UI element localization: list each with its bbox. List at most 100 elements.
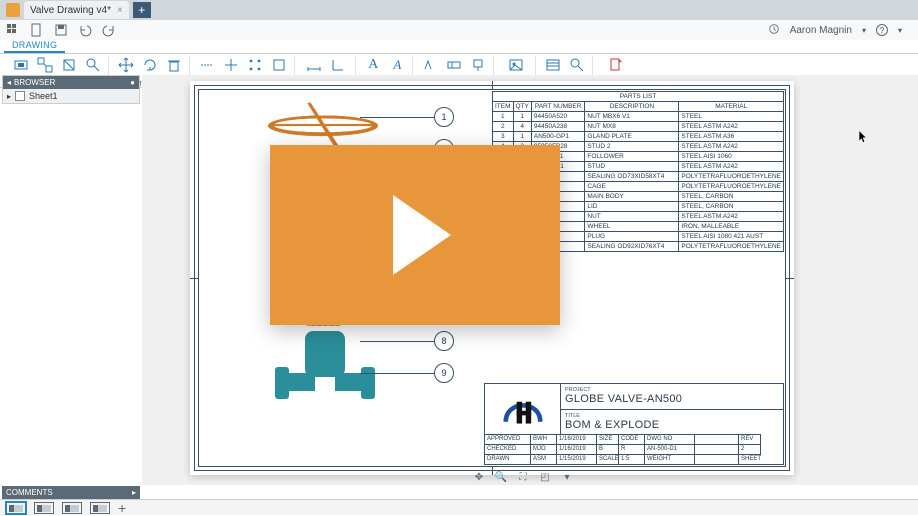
comments-expand-icon[interactable]: ▸ bbox=[132, 488, 136, 497]
project-value: GLOBE VALVE-AN500 bbox=[565, 393, 779, 405]
base-view-icon[interactable] bbox=[12, 56, 30, 74]
title-block[interactable]: PROJECT GLOBE VALVE-AN500 TITLE BOM & EX… bbox=[484, 383, 784, 465]
pan-icon[interactable]: ✥ bbox=[472, 472, 486, 483]
sheet-thumb-1[interactable] bbox=[6, 502, 26, 514]
zoom-icon[interactable]: 🔍 bbox=[494, 472, 508, 483]
browser-pin-icon[interactable]: ● bbox=[130, 78, 135, 87]
help-menu-chevron-icon[interactable]: ▾ bbox=[898, 26, 902, 35]
table-row[interactable]: 1194450A520NUT MBX6 V1STEEL bbox=[493, 112, 784, 122]
center-pattern-icon[interactable] bbox=[246, 56, 264, 74]
parts-list-title: PARTS LIST bbox=[493, 92, 784, 102]
sheet-thumb-4[interactable] bbox=[90, 502, 110, 514]
table-cell: STEEL ASTM A36 bbox=[679, 132, 784, 142]
text-icon[interactable]: A bbox=[364, 56, 382, 74]
help-icon[interactable]: ? bbox=[876, 24, 888, 36]
table-cell: 2 bbox=[493, 122, 514, 132]
table-cell: STUD 2 bbox=[585, 142, 679, 152]
table-row[interactable]: 2494450A238NUT MX8STEEL ASTM A242 bbox=[493, 122, 784, 132]
sheet-thumb-3[interactable] bbox=[62, 502, 82, 514]
nav-settings-chevron-icon[interactable]: ▾ bbox=[560, 472, 574, 483]
edge-icon[interactable] bbox=[270, 56, 288, 74]
comments-panel-header[interactable]: COMMENTS ▸ bbox=[2, 486, 140, 499]
detail-view-icon[interactable] bbox=[84, 56, 102, 74]
titleblock-cell bbox=[695, 444, 739, 454]
add-sheet-button[interactable]: + bbox=[118, 500, 126, 516]
table-cell: 3 bbox=[493, 132, 514, 142]
datum-icon[interactable] bbox=[469, 56, 487, 74]
table-cell: WHEEL bbox=[585, 222, 679, 232]
table-cell: SEALING OD73XID58XT4 bbox=[585, 172, 679, 182]
fit-icon[interactable]: ⛶ bbox=[516, 472, 530, 483]
titleblock-cell: ASM bbox=[531, 454, 557, 464]
insert-image-icon[interactable] bbox=[507, 56, 525, 74]
table-cell: SEALING OD92XID76XT4 bbox=[585, 242, 679, 252]
output-pdf-icon[interactable] bbox=[607, 56, 625, 74]
balloon-8[interactable]: 8 bbox=[434, 331, 454, 351]
leader-8 bbox=[360, 341, 434, 342]
surface-texture-icon[interactable] bbox=[421, 56, 439, 74]
browser-item-label: Sheet1 bbox=[29, 91, 58, 101]
table-cell: 94450A238 bbox=[531, 122, 584, 132]
titleblock-cell bbox=[695, 454, 739, 464]
zoom-window-icon[interactable]: ◰ bbox=[538, 472, 552, 483]
col-mat: MATERIAL bbox=[679, 102, 784, 112]
browser-collapse-icon[interactable]: ◂ bbox=[7, 78, 11, 87]
centerline-icon[interactable] bbox=[198, 56, 216, 74]
file-menu-icon[interactable] bbox=[30, 23, 44, 37]
document-tab-title: Valve Drawing v4* bbox=[30, 5, 111, 16]
close-icon[interactable]: × bbox=[117, 5, 123, 16]
leader-text-icon[interactable]: A bbox=[388, 56, 406, 74]
ordinate-icon[interactable] bbox=[329, 56, 347, 74]
col-desc: DESCRIPTION bbox=[585, 102, 679, 112]
balloon-1[interactable]: 1 bbox=[434, 107, 454, 127]
delete-icon[interactable] bbox=[165, 56, 183, 74]
titleblock-cell: CODE bbox=[619, 434, 645, 444]
dimension-icon[interactable] bbox=[305, 56, 323, 74]
titleblock-cell: DWG NO bbox=[645, 434, 695, 444]
section-view-icon[interactable] bbox=[60, 56, 78, 74]
center-mark-icon[interactable] bbox=[222, 56, 240, 74]
parts-list-icon[interactable] bbox=[544, 56, 562, 74]
table-cell: NUT bbox=[585, 212, 679, 222]
table-cell: PLUG bbox=[585, 232, 679, 242]
titleblock-cell: 2 bbox=[739, 444, 761, 454]
titleblock-cell: SCALE bbox=[597, 454, 619, 464]
company-logo bbox=[485, 384, 561, 434]
balloon-9[interactable]: 9 bbox=[434, 363, 454, 383]
video-play-overlay[interactable] bbox=[270, 145, 560, 325]
table-cell: AN500-GP1 bbox=[531, 132, 584, 142]
table-cell: GLAND PLATE bbox=[585, 132, 679, 142]
titleblock-cell: BWH bbox=[531, 434, 557, 444]
data-panel-icon[interactable] bbox=[6, 23, 20, 37]
sheet-thumb-2[interactable] bbox=[34, 502, 54, 514]
table-cell: STEEL bbox=[679, 112, 784, 122]
balloon-icon[interactable] bbox=[568, 56, 586, 74]
extensions-icon[interactable] bbox=[768, 23, 780, 38]
table-cell: STEEL AISI 1060 bbox=[679, 152, 784, 162]
rotate-icon[interactable] bbox=[141, 56, 159, 74]
col-item: ITEM bbox=[493, 102, 514, 112]
leader-9 bbox=[360, 373, 434, 374]
undo-icon[interactable] bbox=[78, 23, 92, 37]
tab-drawing[interactable]: DRAWING bbox=[4, 40, 65, 53]
app-icon bbox=[6, 3, 20, 17]
table-cell: STEEL ASTM A242 bbox=[679, 142, 784, 152]
document-tab[interactable]: Valve Drawing v4* × bbox=[24, 1, 129, 19]
projected-view-icon[interactable] bbox=[36, 56, 54, 74]
save-icon[interactable] bbox=[54, 23, 68, 37]
expand-icon[interactable]: ▸ bbox=[7, 92, 11, 101]
new-tab-button[interactable]: + bbox=[133, 2, 151, 18]
titleblock-cell: 1/16/2019 bbox=[557, 444, 597, 454]
titleblock-cell: 1/15/2019 bbox=[557, 454, 597, 464]
table-cell: POLYTETRAFLUOROETHYLENE bbox=[679, 242, 784, 252]
redo-icon[interactable] bbox=[102, 23, 116, 37]
feature-control-icon[interactable] bbox=[445, 56, 463, 74]
table-cell: STUD bbox=[585, 162, 679, 172]
browser-item-sheet1[interactable]: ▸ Sheet1 bbox=[3, 89, 139, 103]
user-menu-chevron-icon[interactable]: ▾ bbox=[862, 26, 866, 35]
titleblock-cell: DRAWN bbox=[485, 454, 531, 464]
user-name[interactable]: Aaron Magnin bbox=[790, 25, 852, 36]
table-row[interactable]: 31AN500-GP1GLAND PLATESTEEL ASTM A36 bbox=[493, 132, 784, 142]
move-icon[interactable] bbox=[117, 56, 135, 74]
table-cell: 4 bbox=[513, 122, 531, 132]
